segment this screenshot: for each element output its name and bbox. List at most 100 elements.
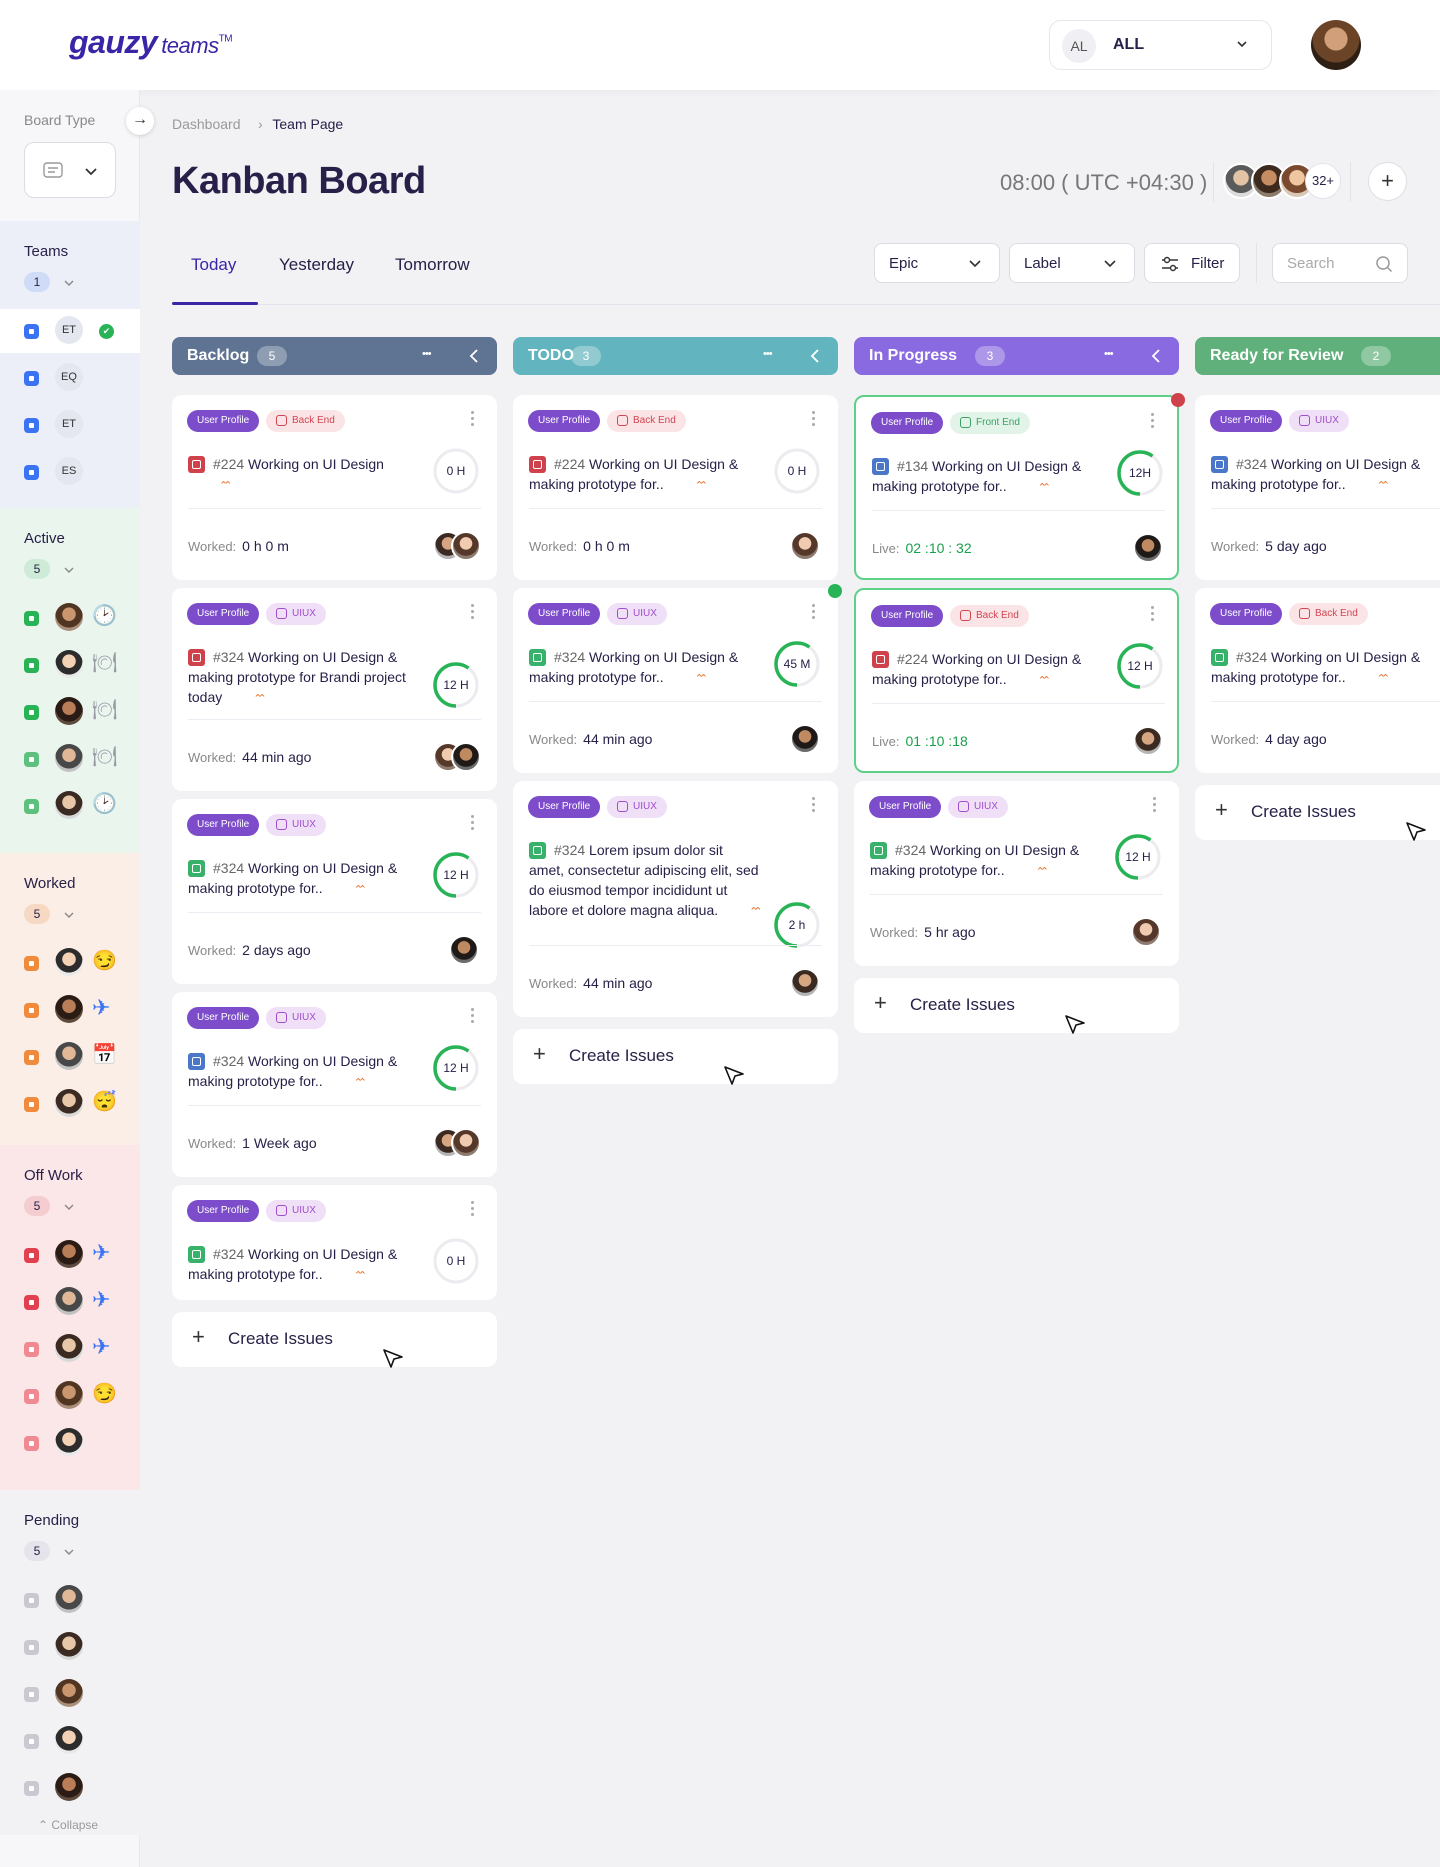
tag-uiux[interactable]: UIUX — [266, 1200, 326, 1222]
tag-user-profile[interactable]: User Profile — [871, 412, 944, 434]
task-card[interactable]: User Profile UIUX #324 Working on UI Desig… — [172, 992, 497, 1177]
member-checkbox[interactable] — [24, 752, 39, 767]
tag-back-end[interactable]: Back End — [266, 410, 345, 432]
issue-title[interactable]: #324 Working on UI Design & making proto… — [870, 840, 1100, 880]
create-issue-button[interactable]: + Create Issues — [854, 978, 1179, 1034]
group-count-badge[interactable]: 1 — [24, 272, 50, 292]
filter-button[interactable]: Filter — [1144, 243, 1240, 283]
sidebar-member-row[interactable]: ET ✔ — [0, 309, 140, 353]
issue-title[interactable]: #224 Working on UI Design & making proto… — [529, 454, 759, 494]
kebab-menu-icon[interactable] — [812, 604, 816, 622]
issue-title[interactable]: #324 Working on UI Design & making proto… — [1211, 454, 1431, 494]
member-checkbox[interactable] — [24, 1593, 39, 1608]
member-checkbox[interactable] — [24, 371, 39, 386]
member-checkbox[interactable] — [24, 705, 39, 720]
kebab-menu-icon[interactable] — [1151, 606, 1155, 624]
task-card[interactable]: User Profile Back End #224 Working on UI D… — [172, 395, 497, 580]
breadcrumb-root[interactable]: Dashboard — [172, 116, 241, 132]
tag-uiux[interactable]: UIUX — [266, 603, 326, 625]
member-checkbox[interactable] — [24, 611, 39, 626]
assignee-avatar[interactable] — [451, 531, 481, 561]
tag-user-profile[interactable]: User Profile — [1210, 603, 1283, 625]
group-count-badge[interactable]: 5 — [24, 904, 50, 924]
chevron-down-icon[interactable] — [62, 1545, 76, 1559]
task-card[interactable]: User Profile UIUX #324 Working on UI Desig… — [854, 781, 1179, 966]
sidebar-member-row[interactable]: ✈ — [0, 1280, 140, 1324]
tag-uiux[interactable]: UIUX — [1289, 410, 1349, 432]
assignee-avatar[interactable] — [1133, 726, 1163, 756]
task-card[interactable]: User Profile UIUX #324 Working on UI Desig… — [513, 584, 842, 773]
assignee-avatar[interactable] — [451, 742, 481, 772]
member-checkbox[interactable] — [24, 1248, 39, 1263]
tab-tomorrow[interactable]: Tomorrow — [395, 255, 470, 275]
estimate-ring[interactable]: 0 H — [432, 1237, 480, 1285]
sidebar-member-row[interactable]: 🍽 — [0, 737, 140, 781]
more-members-badge[interactable]: 32+ — [1305, 163, 1341, 199]
sidebar-member-row[interactable] — [0, 1766, 140, 1810]
issue-title[interactable]: #324 Working on UI Design & making proto… — [1211, 647, 1431, 687]
issue-title[interactable]: #324 Working on UI Design & making proto… — [188, 647, 418, 707]
sidebar-member-row[interactable] — [0, 1672, 140, 1716]
tag-back-end[interactable]: Back End — [607, 410, 686, 432]
sidebar-member-row[interactable]: ✈ — [0, 1233, 140, 1277]
assignee-avatar[interactable] — [451, 1128, 481, 1158]
sidebar-member-row[interactable]: EQ — [0, 356, 140, 400]
collapse-button[interactable]: ⌃ Collapse — [38, 1818, 98, 1832]
sidebar-member-row[interactable]: 😏 — [0, 1374, 140, 1418]
column-header-in-progress[interactable]: In Progress 3 ••• — [854, 337, 1179, 375]
task-card[interactable]: User Profile Back End #224 Working on UI D… — [513, 395, 838, 580]
kebab-menu-icon[interactable] — [1153, 797, 1157, 815]
sidebar-member-row[interactable] — [0, 1421, 140, 1465]
estimate-ring[interactable]: 45 M — [773, 640, 821, 688]
tag-uiux[interactable]: UIUX — [607, 603, 667, 625]
chevron-down-icon[interactable] — [62, 563, 76, 577]
task-card[interactable]: User Profile Front End #134 Working on UI … — [854, 393, 1185, 580]
member-checkbox[interactable] — [24, 1640, 39, 1655]
sidebar-toggle-button[interactable]: → — [126, 107, 154, 135]
column-header-ready-for-review[interactable]: Ready for Review 2 — [1195, 337, 1440, 375]
sidebar-member-row[interactable]: ES — [0, 450, 140, 494]
chevron-down-icon[interactable] — [62, 1200, 76, 1214]
chevron-left-icon[interactable] — [465, 345, 483, 372]
more-options-icon[interactable]: ••• — [1104, 348, 1114, 360]
task-card[interactable]: User Profile Back End #224 Working on UI D… — [854, 588, 1179, 773]
chevron-left-icon[interactable] — [1147, 345, 1165, 372]
task-card[interactable]: User Profile Back End #324 Working on UI D… — [1195, 588, 1440, 773]
tab-yesterday[interactable]: Yesterday — [279, 255, 354, 275]
tag-user-profile[interactable]: User Profile — [869, 796, 942, 818]
sidebar-member-row[interactable]: 🕑 — [0, 784, 140, 828]
estimate-ring[interactable]: 12 H — [1116, 642, 1164, 690]
sidebar-member-row[interactable]: 😏 — [0, 941, 140, 985]
user-avatar[interactable] — [1311, 20, 1361, 70]
team-select[interactable]: AL ALL — [1049, 20, 1272, 70]
member-checkbox[interactable] — [24, 465, 39, 480]
create-issue-button[interactable]: + Create Issues — [1195, 785, 1440, 841]
assignee-avatar[interactable] — [790, 531, 820, 561]
tag-user-profile[interactable]: User Profile — [187, 410, 260, 432]
more-options-icon[interactable]: ••• — [422, 348, 432, 360]
member-checkbox[interactable] — [24, 1687, 39, 1702]
assignee-avatar[interactable] — [790, 968, 820, 998]
tag-front-end[interactable]: Front End — [950, 412, 1030, 434]
kebab-menu-icon[interactable] — [1151, 413, 1155, 431]
task-card[interactable]: User Profile UIUX #324 Working on UI Desig… — [172, 799, 497, 984]
tag-uiux[interactable]: UIUX — [266, 814, 326, 836]
estimate-ring[interactable]: 0 H — [432, 447, 480, 495]
tag-user-profile[interactable]: User Profile — [528, 796, 601, 818]
sidebar-member-row[interactable] — [0, 1719, 140, 1763]
sidebar-member-row[interactable]: ET — [0, 403, 140, 447]
member-checkbox[interactable] — [24, 1342, 39, 1357]
kebab-menu-icon[interactable] — [471, 1201, 475, 1219]
tag-user-profile[interactable]: User Profile — [187, 603, 260, 625]
member-checkbox[interactable] — [24, 1003, 39, 1018]
tag-uiux[interactable]: UIUX — [607, 796, 667, 818]
member-checkbox[interactable] — [24, 799, 39, 814]
member-checkbox[interactable] — [24, 1781, 39, 1796]
sidebar-member-row[interactable]: ✈ — [0, 988, 140, 1032]
kebab-menu-icon[interactable] — [471, 604, 475, 622]
tag-user-profile[interactable]: User Profile — [528, 410, 601, 432]
estimate-ring[interactable]: 12 H — [432, 851, 480, 899]
kebab-menu-icon[interactable] — [471, 411, 475, 429]
tag-user-profile[interactable]: User Profile — [187, 1200, 260, 1222]
estimate-ring[interactable]: 12 H — [432, 661, 480, 709]
